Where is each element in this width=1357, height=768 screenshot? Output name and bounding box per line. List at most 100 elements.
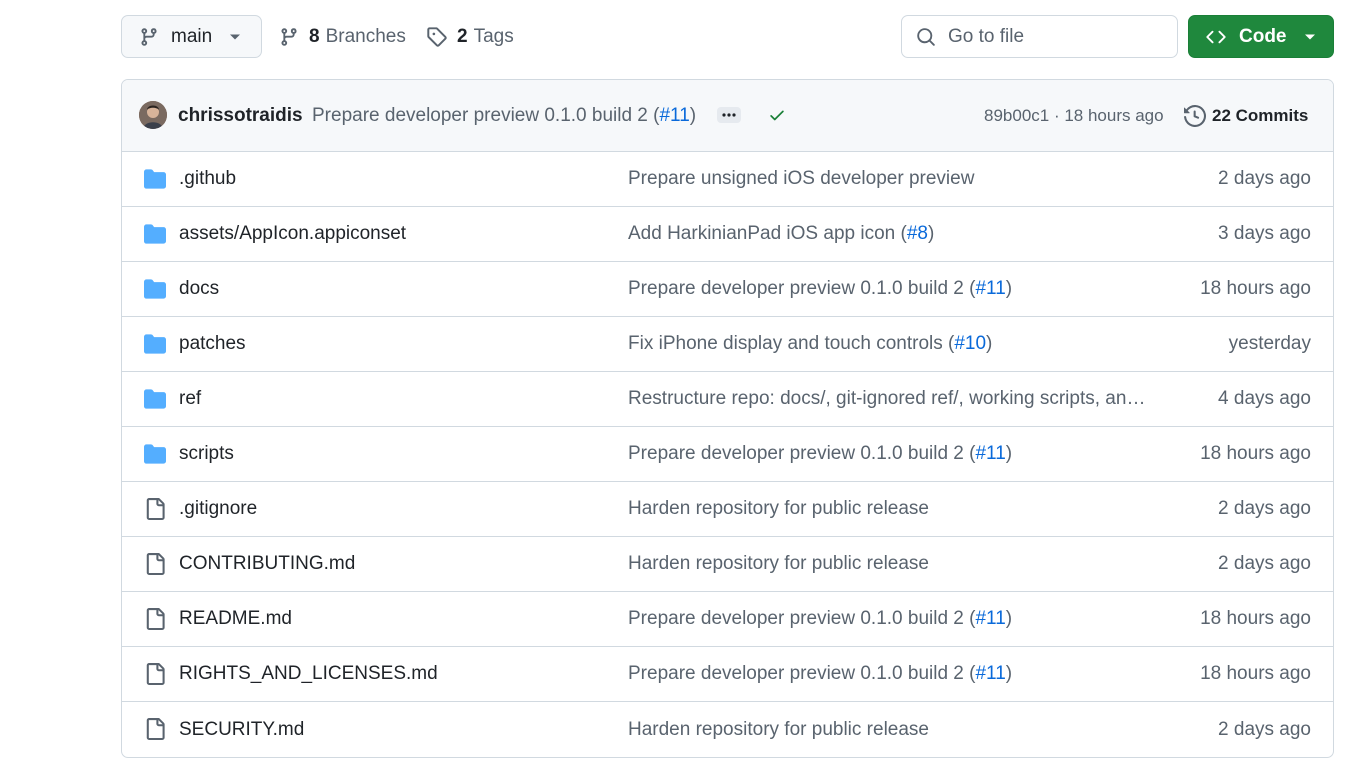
table-row[interactable]: assets/AppIcon.appiconset Add HarkinianPa…: [122, 207, 1333, 262]
file-icon: [146, 718, 165, 740]
file-commit-message: Harden repository for public release: [628, 553, 1152, 575]
code-button[interactable]: Code: [1188, 15, 1334, 58]
file-name-link[interactable]: README.md: [179, 608, 292, 630]
file-commit-time: 2 days ago: [1218, 498, 1311, 519]
file-commit-message: Prepare developer preview 0.1.0 build 2 …: [628, 278, 1152, 300]
tags-link[interactable]: 2 Tags: [426, 15, 514, 58]
commit-message-link[interactable]: Restructure repo: docs/, git-ignored ref…: [628, 388, 1152, 409]
folder-icon: [144, 389, 166, 409]
commits-history-link[interactable]: 22 Commits: [1184, 104, 1309, 127]
check-icon[interactable]: [767, 106, 787, 124]
pr-link[interactable]: #11: [975, 278, 1005, 299]
folder-icon-wrapper: [143, 278, 167, 300]
commit-hash-time[interactable]: 89b00c1 · 18 hours ago: [984, 106, 1164, 126]
folder-icon-wrapper: [143, 333, 167, 355]
commits-count-label: 22 Commits: [1212, 105, 1309, 125]
table-row[interactable]: patches Fix iPhone display and touch cont…: [122, 317, 1333, 372]
file-commit-time: 18 hours ago: [1200, 608, 1311, 629]
file-name-link[interactable]: .github: [179, 168, 236, 190]
table-row[interactable]: CONTRIBUTING.md Harden repository for pub…: [122, 537, 1333, 592]
git-branch-icon: [141, 27, 157, 46]
pr-suffix: ): [986, 333, 993, 354]
repo-toolbar: main 8 Branches 2 Tags Code: [121, 15, 1334, 58]
commit-message-link[interactable]: Prepare unsigned iOS developer preview: [628, 168, 974, 189]
folder-icon: [144, 224, 166, 244]
avatar[interactable]: [139, 101, 167, 129]
pr-link[interactable]: #8: [907, 223, 928, 244]
file-icon: [146, 498, 165, 520]
pr-suffix: ): [927, 223, 935, 244]
table-row[interactable]: docs Prepare developer preview 0.1.0 buil…: [122, 262, 1333, 317]
file-commit-time: 4 days ago: [1218, 388, 1311, 409]
file-name-link[interactable]: SECURITY.md: [179, 719, 304, 741]
file-icon-wrapper: [143, 608, 167, 630]
expand-commit-button[interactable]: [717, 107, 741, 123]
file-name-link[interactable]: assets/AppIcon.appiconset: [179, 223, 406, 245]
commit-message-link[interactable]: Harden repository for public release: [628, 498, 929, 519]
tags-label: Tags: [473, 25, 514, 47]
git-branch-icon: [281, 27, 297, 46]
file-name-link[interactable]: scripts: [179, 443, 234, 465]
file-icon: [146, 663, 165, 685]
pr-link[interactable]: #11: [975, 608, 1005, 629]
file-name-link[interactable]: docs: [179, 278, 219, 300]
go-to-file-field[interactable]: [901, 15, 1178, 58]
file-name-link[interactable]: .gitignore: [179, 498, 257, 520]
file-commit-time: 3 days ago: [1218, 223, 1311, 244]
table-row[interactable]: scripts Prepare developer preview 0.1.0 b…: [122, 427, 1333, 482]
file-commit-time: 18 hours ago: [1200, 278, 1311, 299]
file-commit-message: Add HarkinianPad iOS app icon (#8): [628, 223, 1152, 245]
commit-message-link[interactable]: Prepare developer preview 0.1.0 build 2 …: [628, 443, 975, 464]
file-name-link[interactable]: CONTRIBUTING.md: [179, 553, 355, 575]
folder-icon: [144, 169, 166, 189]
table-row[interactable]: ref Restructure repo: docs/, git-ignored …: [122, 372, 1333, 427]
commit-message-link[interactable]: Add HarkinianPad iOS app icon (: [628, 223, 907, 244]
pr-link[interactable]: #10: [954, 333, 986, 354]
file-icon-wrapper: [143, 718, 167, 740]
commit-message-link[interactable]: Prepare developer preview 0.1.0 build 2 …: [628, 663, 975, 684]
avatar-image: [139, 101, 167, 129]
folder-icon-wrapper: [143, 443, 167, 465]
file-commit-message: Harden repository for public release: [628, 719, 1152, 741]
file-name-link[interactable]: patches: [179, 333, 246, 355]
file-commit-message: Prepare developer preview 0.1.0 build 2 …: [628, 663, 1152, 685]
commit-message[interactable]: Prepare developer preview 0.1.0 build 2 …: [312, 105, 696, 127]
file-commit-message: Restructure repo: docs/, git-ignored ref…: [628, 388, 1152, 410]
commit-message-suffix: ): [689, 104, 697, 126]
branches-link[interactable]: 8 Branches: [279, 15, 406, 58]
branches-label: Branches: [325, 25, 406, 47]
commit-message-link[interactable]: Harden repository for public release: [628, 719, 929, 740]
pr-link[interactable]: #11: [975, 663, 1005, 684]
go-to-file-input[interactable]: [946, 24, 1166, 49]
folder-icon: [144, 334, 166, 354]
file-commit-message: Prepare developer preview 0.1.0 build 2 …: [628, 608, 1152, 630]
tags-count: 2: [457, 25, 468, 47]
table-row[interactable]: RIGHTS_AND_LICENSES.md Prepare developer …: [122, 647, 1333, 702]
file-commit-time: 18 hours ago: [1200, 663, 1311, 684]
table-row[interactable]: README.md Prepare developer preview 0.1.0…: [122, 592, 1333, 647]
branch-selector-button[interactable]: main: [121, 15, 262, 58]
commit-message-link[interactable]: Fix iPhone display and touch controls (: [628, 333, 954, 354]
pr-link[interactable]: #11: [975, 443, 1005, 464]
file-commit-time: 18 hours ago: [1200, 443, 1311, 464]
file-commit-time: 2 days ago: [1218, 168, 1311, 189]
commit-pr-link[interactable]: #11: [659, 105, 689, 126]
folder-icon-wrapper: [143, 223, 167, 245]
commit-message-link[interactable]: Prepare developer preview 0.1.0 build 2 …: [628, 278, 975, 299]
commit-message-link[interactable]: Prepare developer preview 0.1.0 build 2 …: [628, 608, 975, 629]
folder-icon: [144, 444, 166, 464]
folder-icon-wrapper: [143, 388, 167, 410]
branches-count: 8: [309, 25, 320, 47]
file-name-link[interactable]: ref: [179, 388, 201, 410]
commit-message-text[interactable]: Prepare developer preview 0.1.0 build 2 …: [312, 105, 659, 126]
table-row[interactable]: SECURITY.md Harden repository for public …: [122, 702, 1333, 757]
code-button-label: Code: [1239, 25, 1287, 47]
commit-message-link[interactable]: Harden repository for public release: [628, 553, 929, 574]
commit-author[interactable]: chrissotraidis: [178, 105, 303, 127]
pr-suffix: ): [1005, 443, 1013, 464]
caret-down-icon: [230, 34, 240, 40]
table-row[interactable]: .gitignore Harden repository for public r…: [122, 482, 1333, 537]
file-icon: [146, 608, 165, 630]
table-row[interactable]: .github Prepare unsigned iOS developer pr…: [122, 152, 1333, 207]
file-name-link[interactable]: RIGHTS_AND_LICENSES.md: [179, 663, 438, 685]
